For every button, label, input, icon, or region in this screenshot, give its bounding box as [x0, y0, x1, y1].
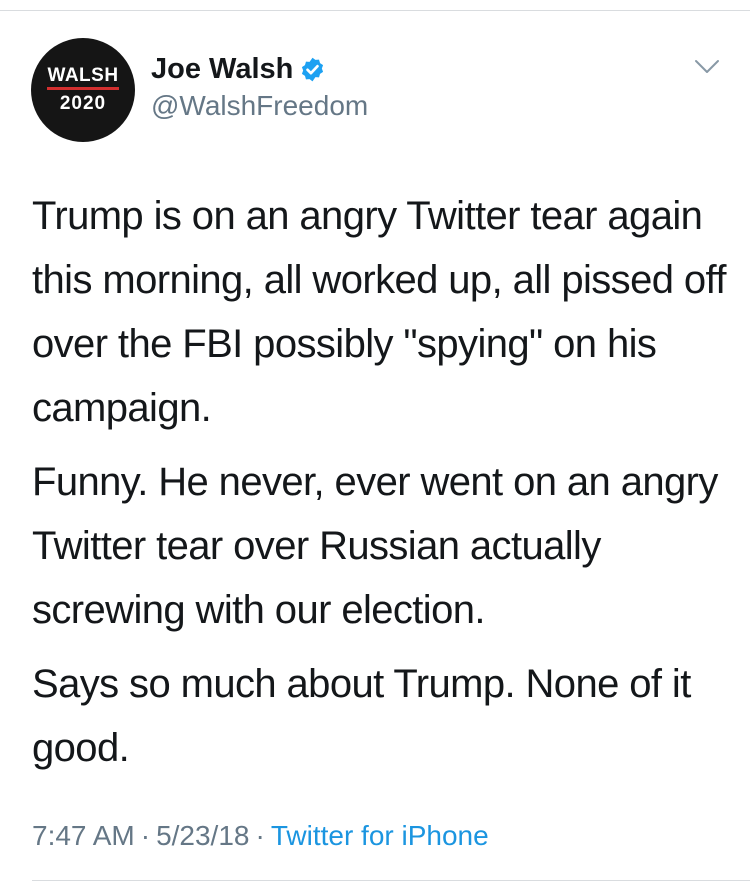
top-divider [0, 10, 750, 11]
tweet-paragraph: Trump is on an angry Twitter tear again … [32, 194, 726, 430]
tweet-body: Trump is on an angry Twitter tear again … [32, 184, 732, 790]
tweet-paragraph: Funny. He never, ever went on an angry T… [32, 460, 718, 632]
tweet-time[interactable]: 7:47 AM [32, 820, 135, 851]
meta-separator: · [140, 820, 151, 851]
tweet-date[interactable]: 5/23/18 [156, 820, 249, 851]
author-name-text[interactable]: Joe Walsh [151, 53, 293, 86]
avatar[interactable]: WALSH 2020 [31, 38, 135, 142]
author-handle[interactable]: @WalshFreedom [151, 90, 368, 122]
avatar-accent-bar [47, 87, 119, 90]
avatar-text-line2: 2020 [59, 93, 107, 114]
meta-separator: · [255, 820, 265, 851]
bottom-divider [32, 880, 750, 881]
author-display-name[interactable]: Joe Walsh [151, 53, 326, 86]
tweet-source-link[interactable]: Twitter for iPhone [271, 820, 489, 851]
verified-badge-icon [302, 57, 324, 82]
tweet-paragraph: Says so much about Trump. None of it goo… [32, 662, 691, 770]
chevron-down-icon[interactable] [694, 58, 720, 76]
tweet-meta: 7:47 AM · 5/23/18 · Twitter for iPhone [32, 820, 489, 852]
avatar-text-line1: WALSH [47, 65, 119, 86]
